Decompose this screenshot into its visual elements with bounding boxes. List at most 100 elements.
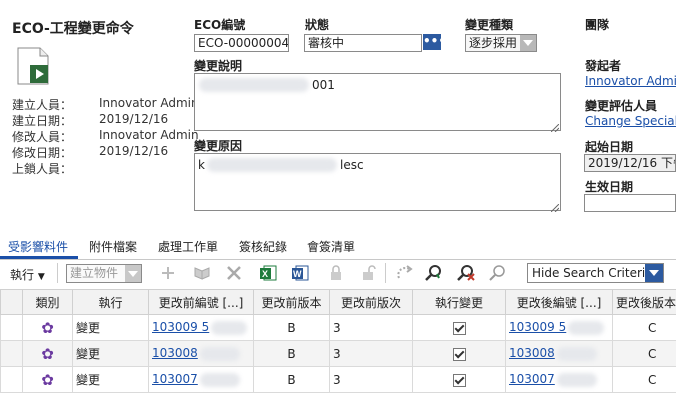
after-number-link[interactable]: 103009 5 — [509, 320, 566, 334]
unlock-icon[interactable] — [358, 263, 378, 283]
column-header[interactable]: 執行變更 — [412, 289, 506, 315]
after-number-cell[interactable]: 103007 — [505, 366, 613, 393]
resize-handle-icon[interactable] — [550, 121, 560, 135]
after-number-cell[interactable]: 103008 — [505, 340, 613, 367]
tab-signoff-history[interactable]: 簽核紀錄 — [239, 238, 287, 255]
chevron-down-icon[interactable] — [520, 35, 536, 51]
change-type-label: 變更種類 — [465, 18, 514, 32]
add-icon[interactable] — [158, 263, 178, 283]
after-number-cell[interactable]: 103009 5 — [505, 314, 613, 341]
column-header[interactable]: 類別 — [22, 289, 73, 315]
redacted-text — [199, 346, 240, 361]
reason-text-suffix: lesc — [340, 158, 364, 172]
document-icon — [16, 47, 50, 85]
execute-change-checkbox[interactable] — [412, 314, 506, 341]
promote-icon[interactable] — [394, 263, 414, 283]
column-header-select[interactable] — [0, 289, 23, 315]
before-number-cell[interactable]: 103008 — [148, 340, 254, 367]
status-field[interactable]: 審核中 — [304, 34, 422, 52]
affected-items-grid: 類別 執行 更改前編號 [...] 更改前版本 更改前版次 執行變更 更改後編號… — [0, 289, 676, 393]
before-generation-cell: 3 — [329, 366, 413, 393]
action-cell: 變更 — [72, 340, 149, 367]
redacted-text — [199, 78, 309, 92]
evaluator-link[interactable]: Change Specialist — [585, 114, 676, 128]
tab-countersign-list[interactable]: 會簽清單 — [307, 238, 355, 255]
excel-icon[interactable]: X — [258, 263, 278, 283]
created-date-label: 建立日期： — [12, 114, 73, 128]
eco-number-field[interactable]: ECO-00000004 — [194, 34, 289, 52]
row-selector[interactable] — [0, 340, 23, 367]
tab-work-orders[interactable]: 處理工作單 — [158, 238, 218, 255]
column-header[interactable]: 更改前版次 — [329, 289, 413, 315]
table-row[interactable]: ✿ 變更 103009 5 B 3 103009 5 C — [0, 314, 676, 341]
action-menu[interactable]: 執行 ▼ — [10, 266, 45, 283]
toolbar-divider — [57, 263, 58, 283]
table-row[interactable]: ✿ 變更 103008 B 3 103008 C — [0, 340, 676, 367]
reason-textarea[interactable]: k lesc — [194, 153, 561, 211]
description-label: 變更說明 — [194, 59, 243, 73]
before-number-link[interactable]: 103008 — [152, 346, 198, 360]
clear-search-icon[interactable] — [456, 263, 476, 283]
execute-change-checkbox[interactable] — [412, 366, 506, 393]
redacted-text — [207, 158, 337, 172]
before-number-cell[interactable]: 103009 5 — [148, 314, 254, 341]
action-cell: 變更 — [72, 314, 149, 341]
redacted-text — [556, 372, 597, 387]
action-cell: 變更 — [72, 366, 149, 393]
search-mode-value: Hide Search Criteria — [532, 266, 653, 280]
row-selector[interactable] — [0, 366, 23, 393]
after-rev-cell: C — [612, 340, 676, 367]
before-rev-cell: B — [253, 340, 330, 367]
svg-text:W: W — [293, 269, 302, 279]
evaluator-label: 變更評估人員 — [585, 99, 658, 113]
pick-items-icon[interactable] — [192, 263, 212, 283]
created-by-value: Innovator Admin — [99, 96, 199, 110]
modified-by-value: Innovator Admin — [99, 128, 199, 142]
lock-icon[interactable] — [326, 263, 346, 283]
locked-by-label: 上鎖人員： — [12, 162, 73, 176]
modified-by-label: 修改人員： — [12, 130, 73, 144]
action-menu-label: 執行 — [10, 268, 35, 282]
description-text: 001 — [312, 78, 335, 92]
change-type-value: 逐步採用 — [469, 36, 518, 50]
status-lookup-button[interactable]: ••• — [423, 34, 446, 50]
search-icon[interactable] — [424, 263, 444, 283]
resize-handle-icon[interactable] — [550, 201, 560, 215]
modified-date-value: 2019/12/16 — [99, 144, 169, 158]
column-header[interactable]: 更改後版本 — [612, 289, 676, 315]
effective-date-field[interactable] — [584, 194, 676, 212]
after-number-link[interactable]: 103008 — [509, 346, 555, 360]
column-header[interactable]: 更改前編號 [...] — [148, 289, 254, 315]
start-date-label: 起始日期 — [585, 140, 634, 154]
column-header[interactable]: 更改後編號 [...] — [505, 289, 613, 315]
column-header[interactable]: 執行 — [72, 289, 149, 315]
active-tab-indicator — [0, 256, 78, 259]
column-header[interactable]: 更改前版本 — [253, 289, 330, 315]
delete-icon[interactable] — [224, 263, 244, 283]
start-date-field[interactable]: 2019/12/16 下午 — [584, 154, 676, 172]
after-rev-cell: C — [612, 366, 676, 393]
chevron-down-icon[interactable] — [645, 264, 663, 282]
search-mode-select[interactable]: Hide Search Criteria — [527, 263, 664, 283]
row-selector[interactable] — [0, 314, 23, 341]
tab-attachments[interactable]: 附件檔案 — [89, 238, 137, 255]
after-rev-cell: C — [612, 314, 676, 341]
table-header-row: 類別 執行 更改前編號 [...] 更改前版本 更改前版次 執行變更 更改後編號… — [0, 289, 676, 315]
modified-date-label: 修改日期： — [12, 146, 73, 160]
before-number-link[interactable]: 103007 — [152, 372, 198, 386]
word-icon[interactable]: W — [290, 263, 310, 283]
chevron-down-icon[interactable] — [125, 265, 141, 282]
description-textarea[interactable]: 001 — [194, 73, 561, 131]
gear-icon[interactable]: ✿ — [22, 340, 73, 367]
gear-icon[interactable]: ✿ — [22, 314, 73, 341]
execute-change-checkbox[interactable] — [412, 340, 506, 367]
saved-search-icon[interactable] — [488, 263, 508, 283]
tab-affected-items[interactable]: 受影響料件 — [8, 238, 68, 255]
table-row[interactable]: ✿ 變更 103007 B 3 103007 C — [0, 366, 676, 393]
before-number-link[interactable]: 103009 5 — [152, 320, 209, 334]
redacted-text — [211, 320, 248, 335]
gear-icon[interactable]: ✿ — [22, 366, 73, 393]
initiator-link[interactable]: Innovator Admin — [585, 74, 676, 88]
before-number-cell[interactable]: 103007 — [148, 366, 254, 393]
after-number-link[interactable]: 103007 — [509, 372, 555, 386]
